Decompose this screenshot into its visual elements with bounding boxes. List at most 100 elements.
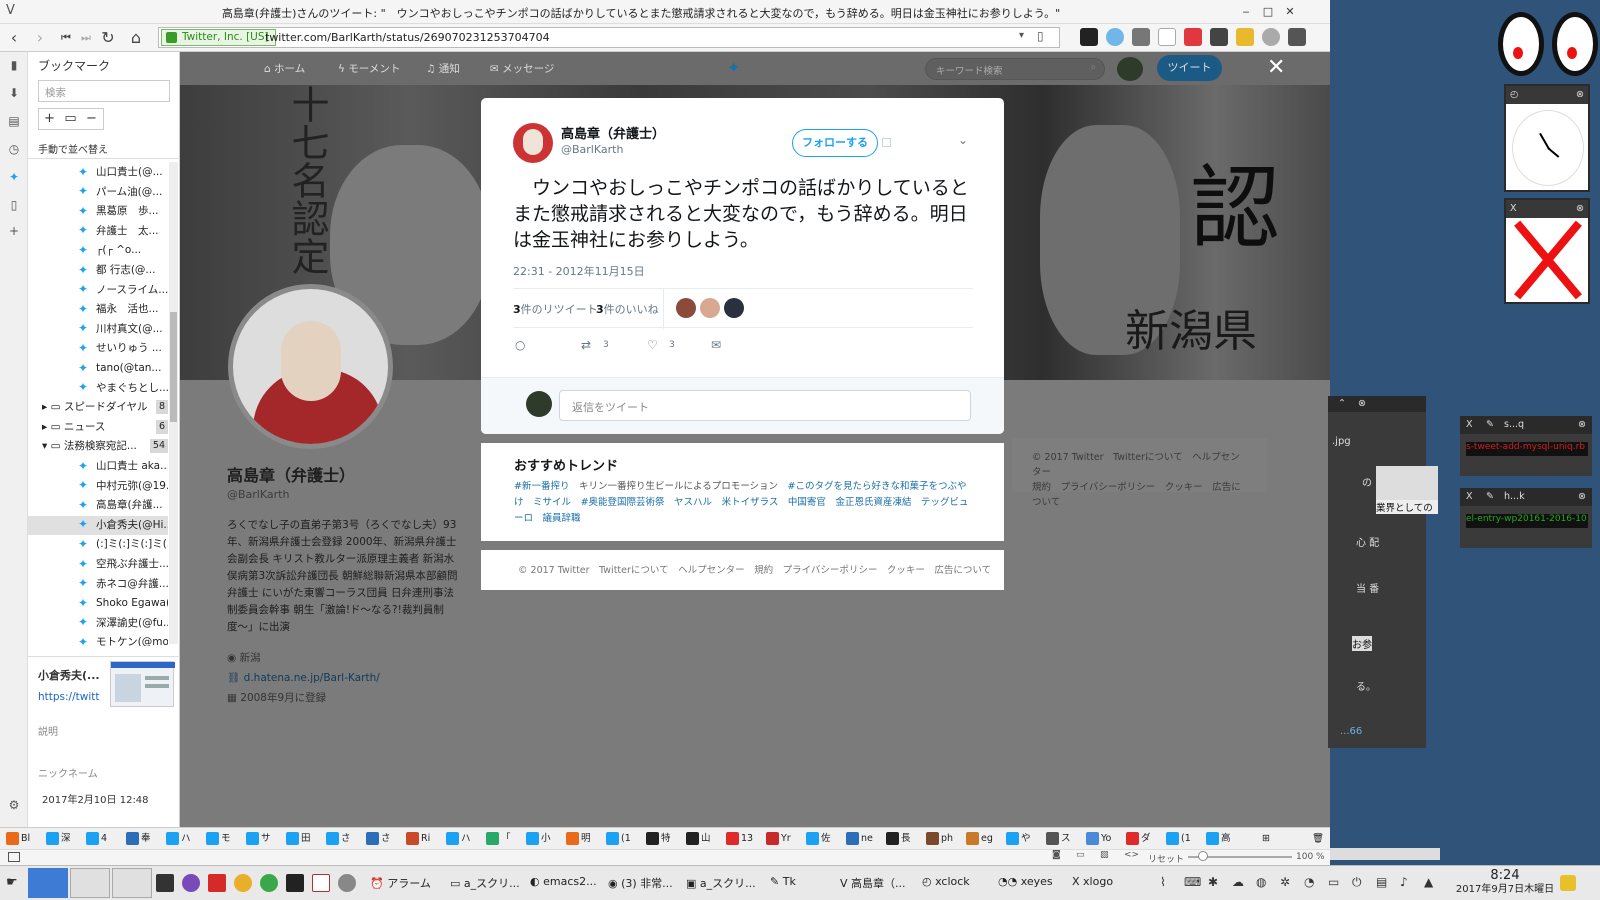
bookmark-bar-item[interactable]: ph [926,831,953,847]
profile-name[interactable]: 高島章（弁護士） [227,462,462,486]
pin-icon[interactable]: ✎ [1486,416,1494,434]
bookmark-item[interactable]: ✦ 赤ネコ@弁護... [28,575,168,594]
menu-icon[interactable]: ☛ [6,875,18,890]
bookmark-bar-item[interactable]: (1 [1166,831,1191,847]
add-panel-icon[interactable]: + [5,222,23,240]
bookmark-bar-item[interactable]: や [1006,831,1031,847]
direct-message-icon[interactable]: ✉ [711,338,721,352]
app-launcher-icon[interactable] [260,874,278,892]
chevron-right-icon[interactable]: ▸ [42,401,51,413]
liker-avatar-3[interactable] [724,298,744,318]
sort-label[interactable]: 手動で並べ替え [38,141,108,156]
trash-icon[interactable]: 🗑 [1312,831,1324,847]
bookmark-bar-item[interactable]: さ [366,831,391,847]
code-icon[interactable]: <> [1124,850,1139,860]
taskbar-window-button[interactable]: ✎ Tk [770,875,796,888]
retweet-stat[interactable]: 3件のリツイート [513,301,598,317]
extension-icon-2[interactable] [1106,28,1124,46]
trend-item[interactable]: 議員辞職 [543,513,581,524]
ssq-titlebar[interactable]: X ✎ s...q ⊗ [1460,416,1592,434]
close-icon[interactable]: ⊗ [1578,416,1586,434]
bookmark-bar-item[interactable]: 長 [886,831,911,847]
bookmark-item[interactable]: ✦ 福永 活也... [28,300,168,319]
taskbar-window-button[interactable]: ◉ (3) 非常... [608,875,673,891]
bookmark-folder[interactable]: ▸ ▭ スピードダイヤル 8 [28,398,168,417]
trend-item[interactable]: 金正恩氏資産凍結 [835,497,911,508]
bookmark-icon[interactable]: ▯ [1037,29,1044,43]
hk-window[interactable]: X ✎ h...k ⊗ el-entry-wp20161-2016-10 [1460,488,1592,548]
liker-avatar-1[interactable] [676,298,696,318]
ssq-window[interactable]: X ✎ s...q ⊗ s-tweet-add-mysql-uniq.rb [1460,416,1592,476]
bookmark-bar-item[interactable]: 特 [646,831,671,847]
nav-messages[interactable]: ✉ メッセージ [490,61,554,76]
bookmark-bar-item[interactable]: Bl [6,831,30,847]
close-icon[interactable]: ⊗ [1578,488,1586,506]
terminal-launcher-icon[interactable] [156,874,174,892]
bookmark-bar-item[interactable]: 4 [86,831,107,847]
xlogo-window[interactable]: X ⊗ [1504,198,1590,304]
downloads-panel-icon[interactable]: ⬇ [5,84,23,102]
cloud-icon[interactable]: ☁ [1232,875,1244,889]
heart-icon[interactable]: ♡ [647,338,658,352]
delete-bookmark-button[interactable]: − [81,109,102,129]
reload-icon[interactable]: ↻ [98,29,118,47]
bookmark-bar-item[interactable]: (1 [606,831,631,847]
terminal-titlebar[interactable]: ⌃ ⊗ [1328,396,1426,412]
bookmark-bar-item[interactable]: 「 [486,831,511,847]
rewind-icon[interactable]: ⏮ [56,29,76,47]
settings-icon[interactable] [1262,28,1280,46]
taskbar-window-button[interactable]: ⏰ アラーム [370,875,431,891]
bookmark-bar-item[interactable]: ハ [446,831,471,847]
taskbar-window-button[interactable]: V 高島章（... [840,875,906,891]
nav-notifications[interactable]: ♫ 通知 [426,61,460,76]
bookmark-item[interactable]: ✦ パーム油(@... [28,183,168,202]
tweet-author-name[interactable]: 高島章（弁護士） [561,123,665,142]
keyboard-icon[interactable]: ⌨ [1184,875,1201,889]
liker-avatar-2[interactable] [700,298,720,318]
user-avatar[interactable] [1117,57,1143,81]
bookmark-item[interactable]: ✦ ノースライム... [28,281,168,300]
bookmarks-panel-icon[interactable]: ▮ [5,56,23,74]
panel-toggle-icon[interactable] [8,852,20,862]
zoom-slider-handle[interactable] [1198,851,1208,861]
network-icon[interactable]: ⌇ [1160,875,1166,889]
extension-icon-6[interactable] [1210,28,1228,46]
tweet-timestamp[interactable]: 22:31 - 2012年11月15日 [513,263,645,279]
twitter-bird-icon[interactable]: ✦ [727,58,740,77]
close-icon[interactable]: ⊗ [1576,200,1584,218]
bookmark-bar-item[interactable]: Ri [406,831,430,847]
profile-avatar[interactable] [228,284,393,449]
console-launcher-icon[interactable] [286,874,304,892]
bookmark-item[interactable]: ✦ 小倉秀夫(@Hi... [28,515,168,535]
bookmark-item[interactable]: ✦ やまぐちとし... [28,379,168,398]
fast-forward-icon[interactable]: ⏭ [76,29,96,47]
taskbar-window-button[interactable]: ▭ a_スクリ... [450,875,520,891]
new-folder-button[interactable]: ▭ [60,109,81,129]
clock-tray-icon[interactable]: ◔ [1304,875,1314,889]
pocket-icon[interactable] [1184,28,1202,46]
trend-item[interactable]: キリン一番搾り生ビールによるプロモーション [579,481,778,492]
trend-item[interactable]: #奥能登国際芸術祭 [581,497,665,508]
reply-icon[interactable]: ○ [515,338,525,352]
maximize-button[interactable]: □ [1260,4,1276,20]
bookmark-item[interactable]: ✦ 黒葛原 歩... [28,202,168,221]
history-panel-icon[interactable]: ◷ [5,140,23,158]
screenshot-launcher-icon[interactable] [312,874,330,892]
address-field[interactable]: Twitter, Inc. [US] twitter.com/BarlKarth… [158,27,1060,48]
bookmark-bar-item[interactable]: 明 [566,831,591,847]
bookmark-item[interactable]: ✦ ┌(┌ ^o... [28,241,168,260]
trend-item[interactable]: ヤスハル [674,497,712,508]
vivaldi-launcher-icon[interactable] [208,874,226,892]
search-icon[interactable]: ⌕ [1091,62,1096,73]
extension-icon-4[interactable] [1158,28,1176,46]
extension-icon-3[interactable] [1132,28,1150,46]
image-icon[interactable]: ▨ [1100,850,1109,860]
bookmark-item[interactable]: ✦ 高島章(弁護... [28,496,168,515]
bookmark-item[interactable]: ✦ 弁護士 太... [28,222,168,241]
workspace-3[interactable] [112,868,152,898]
bookmark-bar-item[interactable]: Yo [1086,831,1111,847]
trend-item[interactable]: ミサイル [533,497,571,508]
hk-titlebar[interactable]: X ✎ h...k ⊗ [1460,488,1592,506]
bookmark-item[interactable]: ✦ (:]ミ(:]ミ(:]ミ(... [28,535,168,554]
forward-icon[interactable]: › [30,29,50,47]
